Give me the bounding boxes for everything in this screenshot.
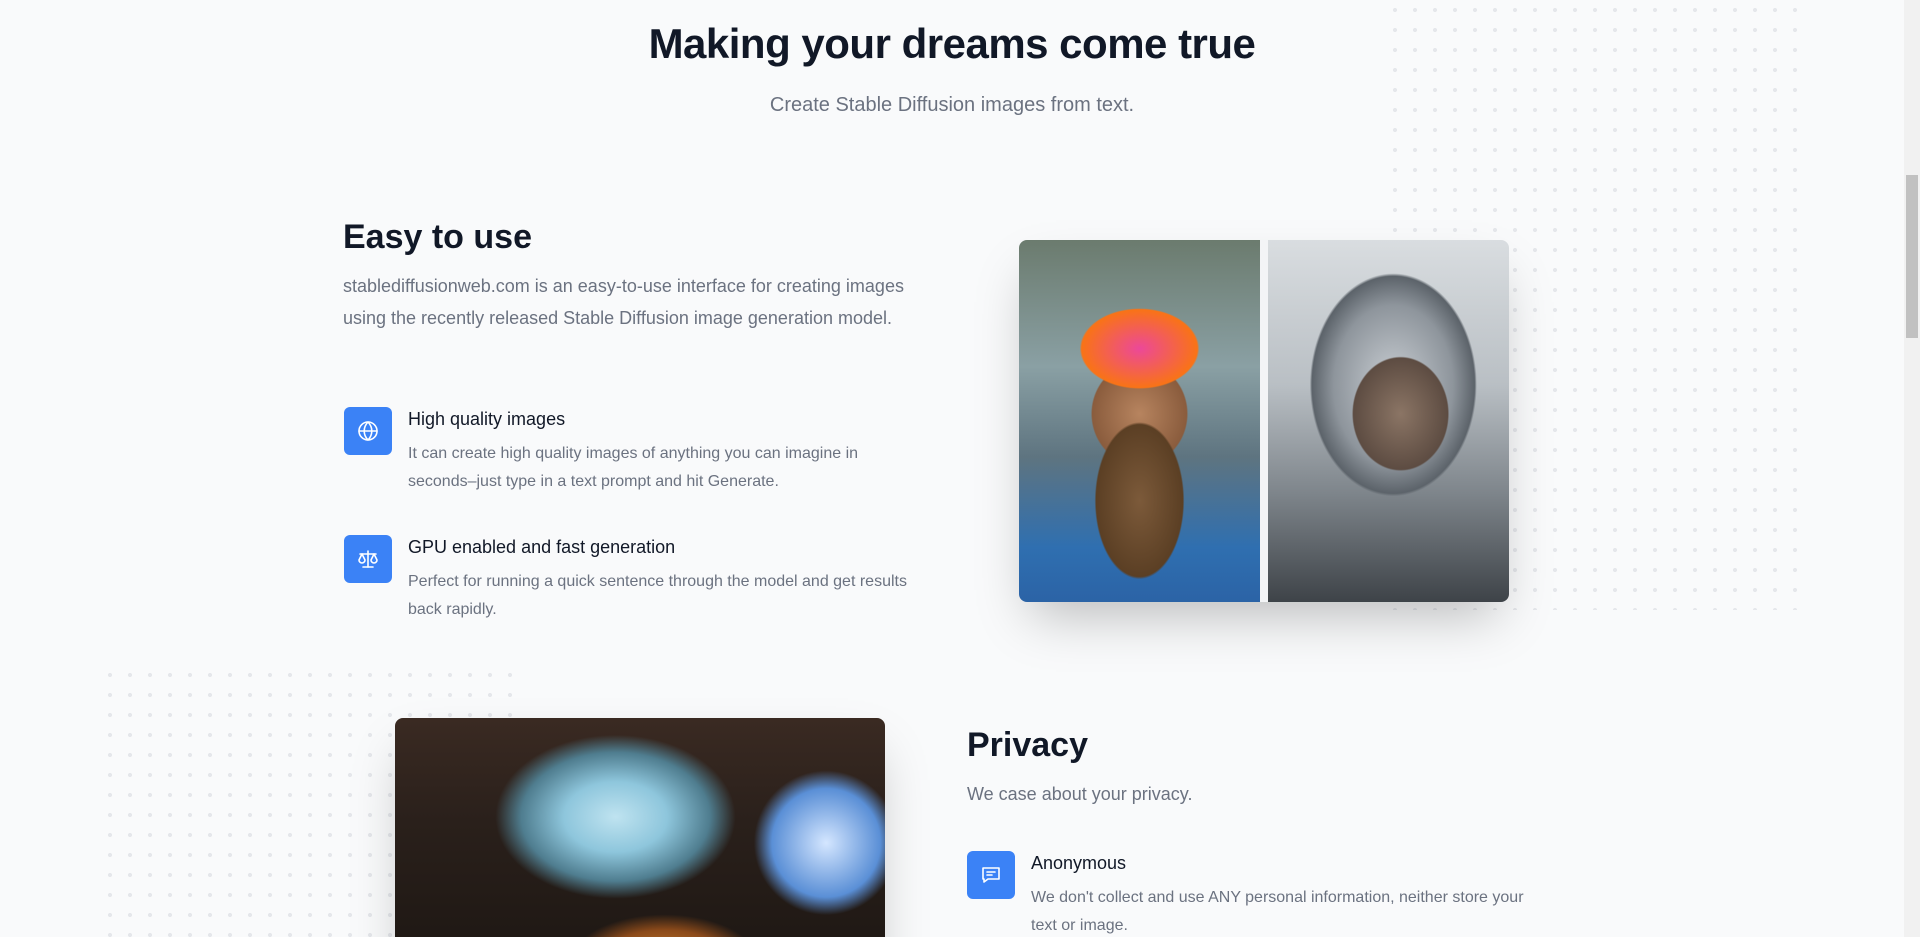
example-image-fantasy — [395, 718, 885, 937]
hero-subtitle: Create Stable Diffusion images from text… — [769, 94, 1135, 116]
page: Making your dreams come true Create Stab… — [0, 0, 1920, 937]
privacy-section-description: We case about your privacy. — [967, 784, 1193, 804]
easy-section-title: Easy to use — [343, 218, 532, 256]
example-image-elder — [1019, 240, 1260, 602]
hero-title: Making your dreams come true — [648, 20, 1256, 67]
example-image-knight — [1268, 240, 1509, 602]
scrollbar-track[interactable] — [1904, 0, 1920, 937]
scrollbar-thumb[interactable] — [1906, 175, 1918, 338]
feature-description: We don't collect and use ANY personal in… — [1031, 889, 1524, 934]
feature-description: It can create high quality images of any… — [408, 445, 859, 490]
feature-gpu: GPU enabled and fast generation Perfect … — [344, 535, 944, 625]
privacy-section-title: Privacy — [967, 726, 1088, 764]
chat-icon — [967, 851, 1015, 899]
feature-high-quality: High quality images It can create high q… — [344, 407, 944, 497]
feature-title: High quality images — [408, 409, 566, 429]
globe-icon — [344, 407, 392, 455]
easy-section-description: stablediffusionweb.com is an easy-to-use… — [343, 276, 904, 328]
feature-description: Perfect for running a quick sentence thr… — [408, 573, 907, 618]
scale-icon — [344, 535, 392, 583]
feature-title: GPU enabled and fast generation — [408, 537, 676, 557]
example-images-pair — [1019, 240, 1509, 602]
feature-anonymous: Anonymous We don't collect and use ANY p… — [967, 851, 1567, 937]
feature-title: Anonymous — [1031, 853, 1127, 873]
